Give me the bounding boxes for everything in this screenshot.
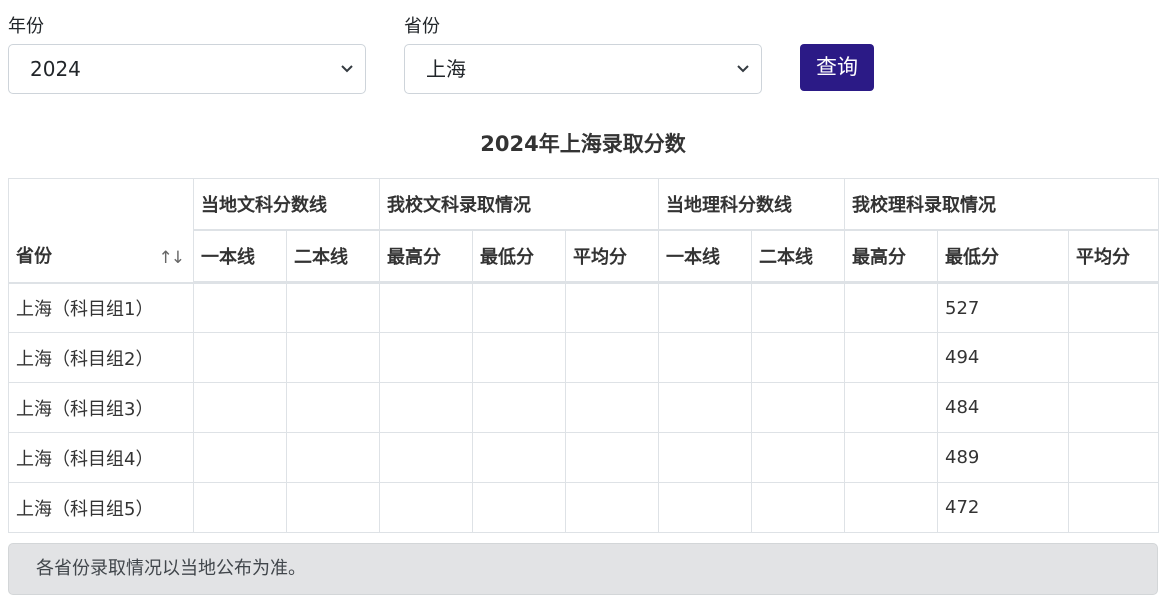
subheader: 最低分: [937, 229, 1069, 284]
score-cell: [286, 382, 380, 433]
score-cell: [658, 382, 752, 433]
province-cell: 上海（科目组2）: [8, 332, 194, 383]
chevron-down-icon: [341, 65, 353, 73]
chevron-down-icon: [737, 65, 749, 73]
score-cell: [844, 332, 938, 383]
score-cell: [565, 382, 659, 433]
score-cell: [1068, 332, 1159, 383]
score-cell: 494: [937, 332, 1069, 383]
province-cell: 上海（科目组5）: [8, 482, 194, 533]
table-row: 上海（科目组1） 527: [8, 282, 1159, 333]
score-cell: [658, 332, 752, 383]
subheader: 最高分: [379, 229, 473, 284]
subheader: 二本线: [286, 229, 380, 284]
score-cell: [286, 282, 380, 333]
score-cell: [1068, 432, 1159, 483]
table-row: 上海（科目组5） 472: [8, 482, 1159, 533]
score-cell: [472, 332, 566, 383]
score-cell: [1068, 282, 1159, 333]
province-label: 省份: [404, 16, 440, 37]
table-row: 上海（科目组4） 489: [8, 432, 1159, 483]
subheader: 平均分: [1068, 229, 1159, 284]
score-cell: [286, 432, 380, 483]
score-cell: [844, 282, 938, 333]
score-cell: [286, 482, 380, 533]
year-select-value: 2024: [30, 57, 81, 81]
province-select[interactable]: 上海: [404, 44, 762, 94]
score-cell: [379, 332, 473, 383]
score-cell: [565, 482, 659, 533]
score-cell: [751, 482, 845, 533]
score-cell: [844, 382, 938, 433]
query-button[interactable]: 查询: [800, 44, 874, 91]
table-row: 上海（科目组3） 484: [8, 382, 1159, 433]
subheader: 一本线: [193, 229, 287, 284]
group-header: 我校理科录取情况: [844, 178, 1159, 231]
sort-icon[interactable]: ↑↓: [159, 248, 185, 268]
score-cell: 527: [937, 282, 1069, 333]
score-cell: [751, 432, 845, 483]
year-select[interactable]: 2024: [8, 44, 366, 94]
score-cell: [193, 482, 287, 533]
score-cell: [658, 432, 752, 483]
province-cell: 上海（科目组3）: [8, 382, 194, 433]
province-cell: 上海（科目组4）: [8, 432, 194, 483]
table-title: 2024年上海录取分数: [480, 132, 686, 156]
score-cell: [565, 432, 659, 483]
score-cell: 484: [937, 382, 1069, 433]
score-cell: [472, 282, 566, 333]
subheader: 一本线: [658, 229, 752, 284]
score-cell: 472: [937, 482, 1069, 533]
score-cell: [751, 282, 845, 333]
score-cell: [379, 382, 473, 433]
score-cell: [658, 282, 752, 333]
score-cell: [844, 482, 938, 533]
group-header: 我校文科录取情况: [379, 178, 659, 231]
province-cell: 上海（科目组1）: [8, 282, 194, 333]
score-cell: [193, 332, 287, 383]
score-cell: [751, 332, 845, 383]
group-header: 当地文科分数线: [193, 178, 380, 231]
score-cell: [472, 482, 566, 533]
subheader: 二本线: [751, 229, 845, 284]
score-cell: [844, 432, 938, 483]
score-cell: [472, 382, 566, 433]
table-row: 上海（科目组2） 494: [8, 332, 1159, 383]
score-cell: [565, 332, 659, 383]
score-cell: [193, 432, 287, 483]
score-cell: [658, 482, 752, 533]
province-select-value: 上海: [426, 57, 466, 81]
notice-banner: 各省份录取情况以当地公布为准。: [8, 543, 1158, 595]
subheader: 最低分: [472, 229, 566, 284]
province-column-header[interactable]: 省份 ↑↓: [8, 178, 194, 284]
score-table: 省份 ↑↓ 当地文科分数线 我校文科录取情况 当地理科分数线 我校理科录取情况 …: [8, 178, 1159, 533]
score-cell: [286, 332, 380, 383]
table-body: 上海（科目组1） 527 上海（科目组2） 494 上海（科目组3） 484 上海（科目组4…: [8, 282, 1159, 533]
score-cell: [379, 282, 473, 333]
year-label: 年份: [8, 16, 44, 37]
subheader: 平均分: [565, 229, 659, 284]
score-cell: [1068, 382, 1159, 433]
score-cell: [379, 432, 473, 483]
score-cell: [1068, 482, 1159, 533]
score-cell: [193, 382, 287, 433]
score-cell: 489: [937, 432, 1069, 483]
subheader: 最高分: [844, 229, 938, 284]
score-cell: [379, 482, 473, 533]
group-header: 当地理科分数线: [658, 178, 845, 231]
score-cell: [565, 282, 659, 333]
score-cell: [751, 382, 845, 433]
score-cell: [193, 282, 287, 333]
score-cell: [472, 432, 566, 483]
